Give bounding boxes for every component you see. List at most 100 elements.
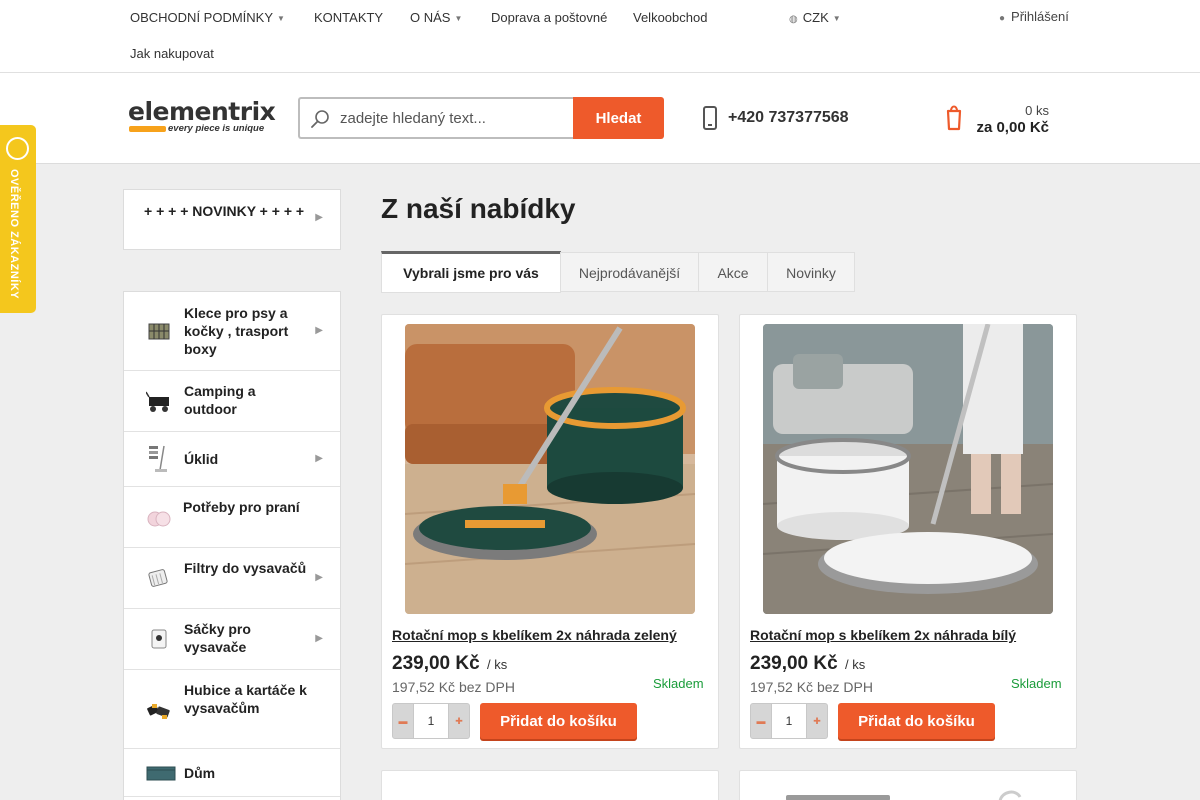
cage-icon xyxy=(148,323,170,340)
search-box xyxy=(298,97,574,139)
product-image xyxy=(786,790,1022,800)
add-to-cart-button[interactable]: Přidat do košíku xyxy=(480,703,637,739)
minus-icon[interactable]: ▬ xyxy=(750,703,772,739)
seal-icon xyxy=(6,137,29,160)
price-value: 239,00 Kč xyxy=(750,653,838,674)
quantity-input[interactable] xyxy=(772,703,806,739)
section-heading: Z naší nabídky xyxy=(381,193,576,224)
mop-white-image xyxy=(763,324,1053,614)
nav-item-kontakty[interactable]: KONTAKTY xyxy=(314,10,383,25)
currency-selector[interactable]: ◍ CZK ▼ xyxy=(789,10,841,25)
price-value: 239,00 Kč xyxy=(392,653,480,674)
product-card: Rotační mop s kbelíkem 2x náhrada zelený… xyxy=(381,314,719,749)
quantity-stepper: ▬ ✚ xyxy=(750,703,828,739)
product-card xyxy=(381,770,719,800)
brush-nozzle-icon xyxy=(147,704,170,719)
category-label: Úklid xyxy=(184,451,219,467)
plus-icon[interactable]: ✚ xyxy=(448,703,470,739)
sidebar-novinky[interactable]: + + + + NOVINKY + + + + ▶ xyxy=(123,189,341,250)
tab-nejprodavanejsi[interactable]: Nejprodávanější xyxy=(560,252,699,292)
category-item-hubice[interactable]: Hubice a kartáče k vysavačům xyxy=(124,670,340,749)
logo-tagline: every piece is unique xyxy=(168,123,265,134)
chevron-right-icon: ▶ xyxy=(315,453,323,464)
currency-label: CZK xyxy=(802,10,829,25)
top-navigation: OBCHODNÍ PODMÍNKY ▼ KONTAKTY O NÁS ▼ Dopra… xyxy=(0,0,1200,73)
category-item-sacky[interactable]: Sáčky pro vysavače ▶ xyxy=(124,609,340,670)
product-title[interactable]: Rotační mop s kbelíkem 2x náhrada bílý xyxy=(750,627,1070,643)
nav-item-doprava[interactable]: Doprava a poštovné xyxy=(491,10,607,25)
category-label: Klece pro psy a kočky , trasport boxy xyxy=(184,305,289,357)
login-label: Přihlášení xyxy=(1011,9,1069,24)
chevron-down-icon: ▼ xyxy=(832,14,841,24)
search-input[interactable] xyxy=(340,107,566,129)
nav-label: KONTAKTY xyxy=(314,10,384,25)
category-item-filtry[interactable]: Filtry do vysavačů ▶ xyxy=(124,548,340,609)
quantity-input[interactable] xyxy=(414,703,448,739)
price-unit: / ks xyxy=(844,657,866,672)
product-title[interactable]: Rotační mop s kbelíkem 2x náhrada zelený xyxy=(392,627,712,643)
category-item-uklid[interactable]: Úklid ▶ xyxy=(124,432,340,487)
category-menu: Klece pro psy a kočky , trasport boxy ▶ … xyxy=(123,291,341,800)
product-image[interactable] xyxy=(405,324,695,614)
category-item-camping[interactable]: Camping a outdoor xyxy=(124,371,340,432)
product-card xyxy=(739,770,1077,800)
category-label: Potřeby pro praní xyxy=(183,499,300,515)
cart-wagon-icon xyxy=(146,391,169,412)
search-button[interactable]: Hledat xyxy=(573,97,664,139)
mop-icon xyxy=(149,445,167,472)
add-to-cart-button[interactable]: Přidat do košíku xyxy=(838,703,995,739)
nav-item-jak-nakupovat[interactable]: Jak nakupovat xyxy=(130,46,214,61)
phone-number[interactable]: +420 737377568 xyxy=(728,109,849,127)
stock-status: Skladem xyxy=(1011,676,1062,691)
vacuum-bag-icon xyxy=(151,629,167,649)
product-tabs: Vybrali jsme pro vás Nejprodávanější Akc… xyxy=(381,251,855,293)
quantity-stepper: ▬ ✚ xyxy=(392,703,470,739)
nav-label: O NÁS xyxy=(410,10,451,25)
category-label: Hubice a kartáče k vysavačům xyxy=(184,682,307,716)
category-label: Dům xyxy=(184,765,216,781)
product-image[interactable] xyxy=(763,324,1053,614)
cart-quantity[interactable]: 0 ks xyxy=(990,103,1049,118)
novinky-label: + + + + NOVINKY + + + + xyxy=(144,203,305,219)
site-header: elementrix every piece is unique Hledat … xyxy=(0,73,1200,164)
verified-customers-badge[interactable]: OVĚŘENO ZÁKAZNÍKY xyxy=(0,125,36,313)
product-card: Rotační mop s kbelíkem 2x náhrada bílý 2… xyxy=(739,314,1077,749)
plus-icon[interactable]: ✚ xyxy=(806,703,828,739)
category-label: Sáčky pro vysavače xyxy=(184,621,251,655)
price-without-vat: 197,52 Kč bez DPH xyxy=(392,679,515,695)
minus-icon[interactable]: ▬ xyxy=(392,703,414,739)
tab-novinky[interactable]: Novinky xyxy=(767,252,855,292)
nav-item-velkoobchod[interactable]: Velkoobchod xyxy=(633,10,707,25)
nav-label: OBCHODNÍ PODMÍNKY xyxy=(130,10,274,25)
logo[interactable]: elementrix every piece is unique xyxy=(128,99,278,139)
logo-wordmark: elementrix xyxy=(128,97,276,126)
category-item-klece[interactable]: Klece pro psy a kočky , trasport boxy ▶ xyxy=(124,292,340,371)
cart-total[interactable]: za 0,00 Kč xyxy=(960,119,1049,136)
chevron-down-icon: ▼ xyxy=(277,14,285,24)
tab-vybrali[interactable]: Vybrali jsme pro vás xyxy=(381,251,561,293)
stock-status: Skladem xyxy=(653,676,704,691)
badge-label: OVĚŘENO ZÁKAZNÍKY xyxy=(8,169,20,300)
price-unit: / ks xyxy=(486,657,508,672)
category-item-prani[interactable]: Potřeby pro praní xyxy=(124,487,340,548)
price-without-vat: 197,52 Kč bez DPH xyxy=(750,679,873,695)
category-item-dum[interactable]: Dům xyxy=(124,749,340,797)
storage-box-icon xyxy=(146,766,176,781)
filter-icon xyxy=(148,569,168,587)
login-link[interactable]: ● Přihlášení xyxy=(999,9,1069,24)
chevron-right-icon: ▶ xyxy=(315,325,323,336)
nav-label: Jak nakupovat xyxy=(130,46,214,61)
nav-label: Doprava a poštovné xyxy=(491,10,608,25)
category-label: Filtry do vysavačů xyxy=(184,560,307,576)
nav-item-obchodni-podminky[interactable]: OBCHODNÍ PODMÍNKY ▼ xyxy=(130,10,285,25)
tab-akce[interactable]: Akce xyxy=(698,252,768,292)
laundry-ball-icon xyxy=(147,511,171,527)
nav-item-o-nas[interactable]: O NÁS ▼ xyxy=(410,10,462,25)
chevron-down-icon: ▼ xyxy=(454,14,463,24)
phone-icon xyxy=(703,106,717,130)
mop-green-image xyxy=(405,324,695,614)
chevron-right-icon: ▶ xyxy=(315,572,323,583)
logo-stripe xyxy=(129,126,166,132)
chevron-right-icon: ▶ xyxy=(315,212,323,223)
user-icon: ● xyxy=(999,13,1006,24)
